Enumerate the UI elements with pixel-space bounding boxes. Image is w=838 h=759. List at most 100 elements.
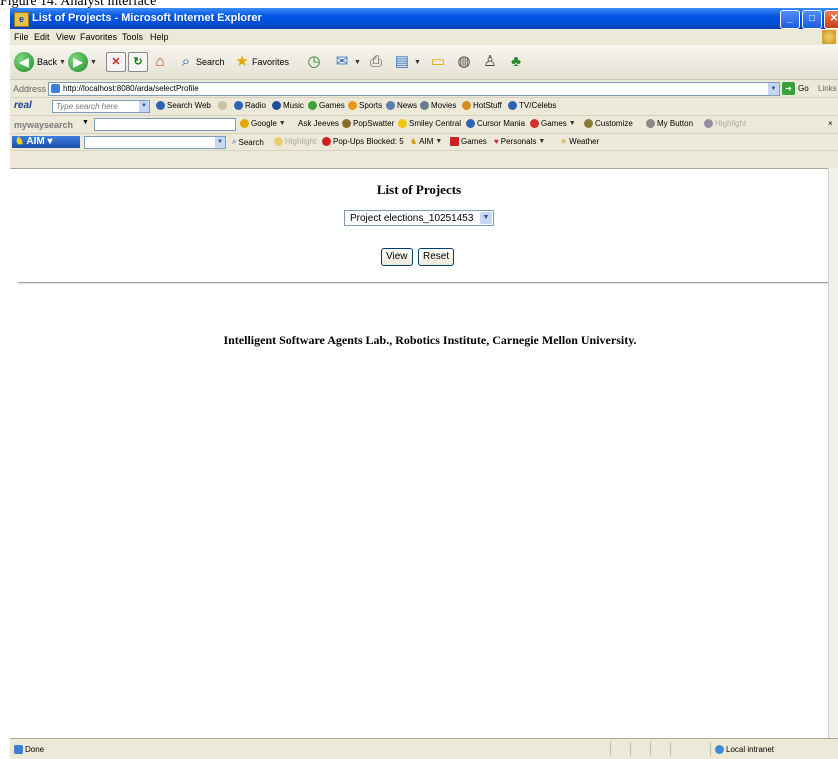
news-button[interactable]: News: [386, 101, 417, 110]
go-button[interactable]: ➜ Go: [782, 82, 809, 95]
myway-games-icon: [530, 119, 539, 128]
reset-button[interactable]: Reset: [418, 248, 455, 266]
menu-help[interactable]: Help: [150, 32, 169, 42]
games-icon: [308, 101, 317, 110]
ask-jeeves-button[interactable]: Ask Jeeves: [298, 119, 339, 128]
browser-window: e List of Projects - Microsoft Internet …: [10, 8, 838, 759]
messenger-button[interactable]: ♙: [480, 51, 500, 73]
menu-edit[interactable]: Edit: [34, 32, 50, 42]
security-zone: Local intranet: [715, 745, 774, 754]
aim-menu-button[interactable]: ♞ AIM ▼: [410, 137, 442, 146]
aim-brand[interactable]: ♞ AIM ▾: [12, 136, 80, 148]
status-separator: [630, 742, 631, 756]
my-button-button[interactable]: My Button: [646, 119, 693, 128]
aim-search-button[interactable]: ⌕ Search: [232, 137, 264, 147]
radio-icon: [234, 101, 243, 110]
sports-icon: [348, 101, 357, 110]
close-button[interactable]: ✕: [824, 10, 838, 29]
address-dropdown-icon[interactable]: ▼: [768, 83, 779, 95]
cursor-mania-button[interactable]: Cursor Mania: [466, 119, 525, 128]
go-arrow-icon: ➜: [782, 82, 795, 95]
address-input[interactable]: http://localhost:8080/arda/selectProfile…: [48, 82, 780, 96]
real-search-dropdown-icon[interactable]: ▼: [139, 101, 149, 112]
hotstuff-button[interactable]: HotStuff: [462, 101, 502, 110]
mail-button[interactable]: ✉ ▼: [332, 51, 361, 73]
vertical-scrollbar[interactable]: [828, 168, 838, 738]
myway-games-button[interactable]: Games ▼: [530, 119, 576, 128]
radio-button[interactable]: Radio: [234, 101, 266, 110]
music-icon: [272, 101, 281, 110]
heart-icon: ♥: [494, 137, 499, 146]
aim-highlight-button[interactable]: Highlight: [274, 137, 316, 146]
project-select[interactable]: Project elections_10251453 ▼: [344, 210, 494, 226]
personals-button[interactable]: ♥ Personals ▼: [494, 137, 545, 146]
menu-view[interactable]: View: [56, 32, 75, 42]
home-button[interactable]: ⌂: [150, 51, 170, 73]
stop-button[interactable]: ✕: [106, 51, 126, 73]
aim-man-icon: ♞: [410, 137, 418, 146]
forward-arrow-icon: ▶: [68, 52, 88, 72]
favorites-button[interactable]: ★ Favorites: [232, 51, 289, 73]
popups-blocked-button[interactable]: Pop-Ups Blocked: 5: [322, 137, 404, 146]
links-button[interactable]: Links: [818, 84, 837, 93]
title-bar[interactable]: e List of Projects - Microsoft Internet …: [10, 8, 838, 29]
page-content: List of Projects Project elections_10251…: [10, 168, 828, 739]
address-label: Address: [13, 84, 47, 94]
chevron-down-icon[interactable]: ▼: [480, 212, 492, 224]
tv-celebs-button[interactable]: TV/Celebs: [508, 101, 556, 110]
real-search-input[interactable]: Type search here ▼: [52, 100, 150, 113]
google-icon: [240, 119, 249, 128]
highlight-icon: [704, 119, 713, 128]
search-web-button[interactable]: Search Web: [156, 101, 211, 110]
buddies-button[interactable]: ♣: [506, 51, 526, 73]
aim-search-input[interactable]: ▼: [84, 136, 226, 149]
back-button[interactable]: ◀ Back ▼: [14, 51, 66, 73]
discuss-button[interactable]: ▭: [428, 51, 448, 73]
divider: [18, 282, 828, 284]
maximize-button[interactable]: □: [802, 10, 822, 29]
search-web-icon: [156, 101, 165, 110]
status-separator: [710, 742, 711, 756]
print-button[interactable]: ⎙: [366, 51, 386, 73]
windows-logo-icon: [822, 30, 836, 44]
stop-icon: ✕: [106, 52, 126, 72]
forward-button[interactable]: ▶ ▼: [68, 51, 97, 73]
myway-toolbar: mywaysearch ▼ Google ▼ Ask Jeeves PopSwat…: [10, 116, 838, 134]
music-button[interactable]: Music: [272, 101, 304, 110]
myway-dropdown-icon[interactable]: ▼: [82, 119, 89, 126]
aim-highlight-icon: [274, 137, 283, 146]
research-button[interactable]: ◍: [454, 51, 474, 73]
sports-button[interactable]: Sports: [348, 101, 382, 110]
myway-brand: mywaysearch: [14, 120, 74, 130]
movies-button[interactable]: Movies: [420, 101, 456, 110]
weather-button[interactable]: ☀ Weather: [560, 137, 599, 146]
research-icon: ◍: [457, 53, 471, 70]
history-button[interactable]: ◷: [304, 51, 324, 73]
search-button[interactable]: ⌕ Search: [176, 51, 225, 73]
toolbar-close-icon[interactable]: ×: [828, 119, 833, 128]
popswatter-button[interactable]: PopSwatter: [342, 119, 394, 128]
games-button[interactable]: Games: [308, 101, 345, 110]
aim-toolbar: ♞ AIM ▾ ▼ ⌕ Search Highlight Pop-Ups Bloc…: [10, 134, 838, 151]
aim-search-dropdown-icon[interactable]: ▼: [215, 137, 225, 148]
minimize-button[interactable]: _: [780, 10, 800, 29]
sun-icon: ☀: [560, 137, 568, 146]
edit-button[interactable]: ▤ ▼: [392, 51, 421, 73]
customize-button[interactable]: Customize: [584, 119, 633, 128]
google-button[interactable]: Google ▼: [240, 119, 286, 128]
view-button[interactable]: View: [381, 248, 413, 266]
smiley-icon: [398, 119, 407, 128]
highlight-toggle-icon[interactable]: [218, 101, 229, 110]
menu-favorites[interactable]: Favorites: [80, 32, 117, 42]
smiley-central-button[interactable]: Smiley Central: [398, 119, 461, 128]
menu-file[interactable]: File: [14, 32, 29, 42]
search-icon: ⌕: [181, 53, 191, 70]
myway-highlight-button[interactable]: Highlight: [704, 119, 746, 128]
popswatter-icon: [342, 119, 351, 128]
menu-tools[interactable]: Tools: [122, 32, 143, 42]
refresh-button[interactable]: ↻: [128, 51, 148, 73]
real-toolbar: real Type search here ▼ Search Web Radio…: [10, 98, 838, 116]
aim-games-button[interactable]: Games: [450, 137, 487, 146]
page-done-icon: [14, 745, 23, 754]
myway-search-input[interactable]: [94, 118, 236, 131]
